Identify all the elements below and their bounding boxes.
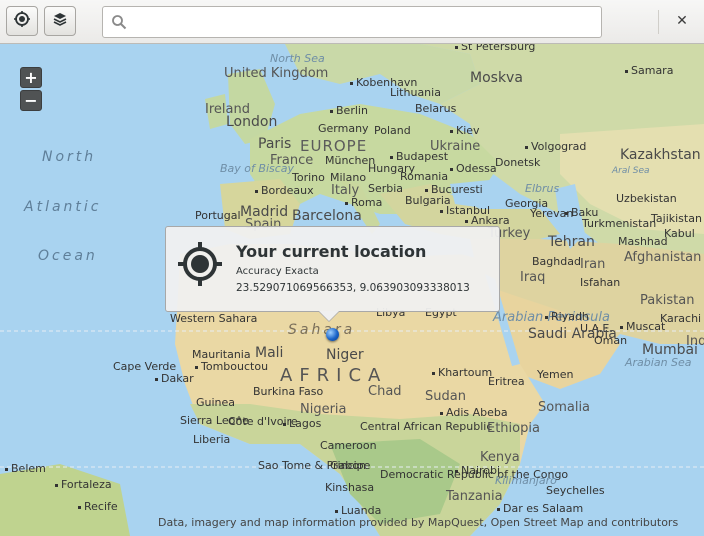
location-popup: Your current location Accuracy Exacta 23…: [165, 226, 500, 322]
map-label-nigeria: Nigeria: [300, 402, 347, 417]
map-label-adis-abeba: Adis Abeba: [440, 406, 508, 419]
popup-accuracy: Accuracy Exacta: [236, 266, 319, 277]
map-label-serbia: Serbia: [368, 182, 404, 195]
map-label-africa: AFRICA: [280, 365, 388, 386]
map-label-eritrea: Eritrea: [488, 375, 525, 388]
map-label-st-petersburg: St Petersburg: [455, 44, 535, 53]
map-label-belarus: Belarus: [415, 102, 457, 115]
map-label-aral-sea: Aral Sea: [612, 166, 650, 176]
map-label-mashhad: Mashhad: [618, 235, 668, 248]
map-label-burkina-faso: Burkina Faso: [253, 385, 324, 398]
map-label-moskva: Moskva: [470, 70, 523, 86]
map-label-berlin: Berlin: [330, 104, 368, 117]
map-label-fortaleza: Fortaleza: [55, 478, 112, 491]
map-label-poland: Poland: [374, 124, 411, 137]
map-label-sudan: Sudan: [425, 389, 466, 404]
map-label-turkmenistan: Turkmenistan: [582, 217, 657, 230]
map-label-tanzania: Tanzania: [446, 489, 503, 504]
crosshair-icon: [178, 242, 222, 290]
map-label-guinea: Guinea: [196, 396, 236, 409]
map-label-volgograd: Volgograd: [525, 140, 586, 153]
search-field[interactable]: [102, 6, 602, 38]
popup-coordinates: 23.529071069566353, 9.063903093338013: [236, 282, 470, 294]
search-icon: [111, 14, 127, 34]
map-label-iran: Iran: [580, 257, 606, 272]
map-label-car: Central African Republic: [360, 420, 493, 433]
map-label-bay-of-biscay: Bay of Biscay: [220, 162, 295, 175]
map-label-kenya: Kenya: [480, 450, 520, 465]
map-label-kinshasa: Kinshasa: [325, 481, 375, 494]
map-label-paris: Paris: [258, 136, 292, 152]
map-label-donetsk: Donetsk: [495, 156, 541, 169]
map-label-elbrus: Elbrus: [525, 182, 560, 195]
map-label-muscat: Muscat: [620, 320, 665, 333]
map-label-london: London: [226, 114, 278, 130]
close-icon: ✕: [676, 13, 688, 29]
map-label-khartoum: Khartoum: [432, 366, 492, 379]
map-label-dar-es-salaam: Dar es Salaam: [497, 502, 583, 515]
popup-pointer-fill: [319, 311, 339, 321]
map-label-ethiopia: Ethiopia: [487, 421, 540, 436]
map-label-united-kingdom: United Kingdom: [224, 66, 329, 81]
map-label-tehran: Tehran: [548, 234, 595, 250]
map-label-germany: Germany: [318, 122, 369, 135]
current-location-button[interactable]: [6, 6, 38, 36]
map-label-portugal: Portugal: [195, 209, 241, 222]
map-label-atlantic: Atlantic: [24, 199, 102, 215]
map-label-liberia: Liberia: [193, 433, 231, 446]
map-label-lithuania: Lithuania: [390, 86, 441, 99]
map-label-oman: Oman: [594, 334, 628, 347]
map-label-somalia: Somalia: [538, 400, 591, 415]
map-label-mali: Mali: [255, 345, 284, 361]
header-toolbar: ✕: [0, 0, 704, 44]
zoom-out-button[interactable]: −: [20, 90, 42, 111]
zoom-in-button[interactable]: +: [20, 67, 42, 88]
map-label-roma: Roma: [345, 196, 382, 209]
close-button[interactable]: ✕: [668, 6, 696, 36]
map-label-north: North: [42, 149, 97, 165]
map-label-north-sea: North Sea: [270, 52, 325, 65]
map-label-kiev: Kiev: [450, 124, 480, 137]
map-label-barcelona: Barcelona: [292, 208, 362, 224]
toolbar-separator: [658, 10, 659, 34]
map-label-bordeaux: Bordeaux: [255, 184, 314, 197]
map-label-tombouctou: Tombouctou: [195, 360, 268, 373]
map-label-romania: Romania: [400, 170, 449, 183]
map-label-seychelles: Seychelles: [546, 484, 605, 497]
map-label-iraq: Iraq: [520, 270, 546, 285]
map-label-dakar: Dakar: [155, 372, 194, 385]
map-label-gabon: Gabon: [330, 459, 366, 472]
map-label-isfahan: Isfahan: [580, 276, 621, 289]
map-label-uzbekistan: Uzbekistan: [616, 192, 677, 205]
map-label-chad: Chad: [368, 384, 402, 399]
map-label-kabul: Kabul: [664, 227, 695, 240]
map-label-recife: Recife: [78, 500, 118, 513]
map-label-western-sahara: Western Sahara: [170, 312, 258, 325]
map-label-niger: Niger: [326, 347, 364, 363]
map-label-yemen: Yemen: [537, 368, 574, 381]
map-label-samara: Samara: [625, 64, 673, 77]
popup-title: Your current location: [236, 242, 427, 261]
layers-button[interactable]: [44, 6, 76, 36]
crosshair-icon: [14, 11, 30, 31]
map-label-belem: Belem: [5, 462, 46, 475]
map-label-odessa: Odessa: [450, 162, 497, 175]
map-attribution: Data, imagery and map information provid…: [158, 516, 679, 529]
map-label-baghdad: Baghdad: [532, 255, 581, 268]
map-label-pakistan: Pakistan: [640, 293, 695, 308]
current-location-marker[interactable]: [326, 328, 339, 341]
search-input[interactable]: [131, 11, 595, 35]
layers-icon: [52, 11, 68, 31]
map-label-afghanistan: Afghanistan: [624, 250, 702, 265]
map-label-karachi: Karachi: [660, 312, 702, 325]
map-label-ocean: Ocean: [38, 248, 98, 264]
map-label-arabian-sea: Arabian Sea: [625, 356, 692, 369]
map-label-lagos: Lagos: [283, 417, 321, 430]
map-label-sahara: Sahara: [288, 322, 356, 338]
map-label-cameroon: Cameroon: [320, 439, 377, 452]
map-label-torino: Torino: [292, 171, 325, 184]
map-label-kazakhstan: Kazakhstan: [620, 147, 701, 163]
map-label-tajikistan: Tajikistan: [651, 212, 702, 225]
